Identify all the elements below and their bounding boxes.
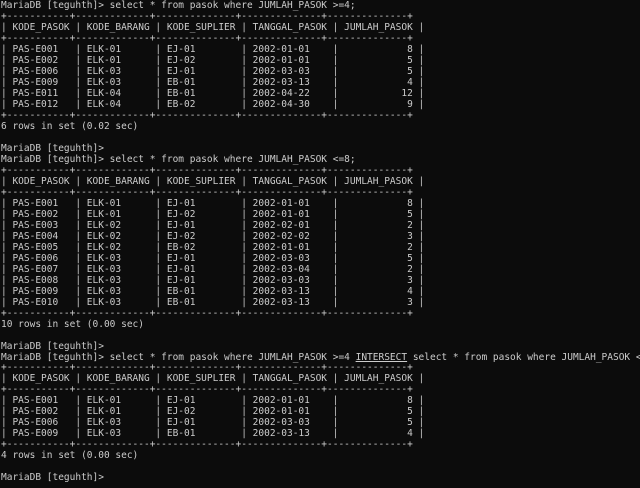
prompt-line: MariaDB [teguhth]> select * from pasok w… [1,351,640,363]
table-row: | PAS-E009 | ELK-03 | EB-01 | 2002-03-13… [1,285,425,297]
table-border-line: +-----------+-------------+-------------… [1,186,413,198]
table-row: | PAS-E004 | ELK-02 | EJ-02 | 2002-02-02… [1,230,425,242]
table-row: | PAS-E001 | ELK-01 | EJ-01 | 2002-01-01… [1,395,425,407]
table-border-line: +-----------+-------------+-------------… [1,164,413,176]
table-border-line: +-----------+-------------+-------------… [1,109,413,121]
prompt-line: MariaDB [teguhth]> [1,142,104,154]
table-row: | PAS-E012 | ELK-04 | EB-02 | 2002-04-30… [1,98,425,110]
table-border-line: +-----------+-------------+-------------… [1,439,413,451]
table-row: | PAS-E010 | ELK-03 | EB-01 | 2002-03-13… [1,296,425,308]
table-border-line: +-----------+-------------+-------------… [1,10,413,22]
result-summary: 4 rows in set (0.00 sec) [1,450,139,462]
table-row: | PAS-E011 | ELK-04 | EB-01 | 2002-04-22… [1,87,425,99]
table-header-row: | KODE_PASOK | KODE_BARANG | KODE_SUPLIE… [1,373,425,385]
table-header-row: | KODE_PASOK | KODE_BARANG | KODE_SUPLIE… [1,175,425,187]
prompt-line: MariaDB [teguhth]> [1,472,104,484]
table-row: | PAS-E007 | ELK-03 | EJ-01 | 2002-03-04… [1,263,425,275]
table-row: | PAS-E008 | ELK-03 | EJ-01 | 2002-03-03… [1,274,425,286]
prompt-line: MariaDB [teguhth]> select * from pasok w… [1,153,356,165]
prompt-line: MariaDB [teguhth]> select * from pasok w… [1,0,356,11]
table-row: | PAS-E009 | ELK-03 | EB-01 | 2002-03-13… [1,76,425,88]
result-summary: 6 rows in set (0.02 sec) [1,120,139,132]
table-row: | PAS-E001 | ELK-01 | EJ-01 | 2002-01-01… [1,43,425,55]
table-row: | PAS-E002 | ELK-01 | EJ-02 | 2002-01-01… [1,208,425,220]
table-row: | PAS-E003 | ELK-02 | EJ-01 | 2002-02-01… [1,219,425,231]
table-border-line: +-----------+-------------+-------------… [1,384,413,396]
prompt-line: MariaDB [teguhth]> [1,340,104,352]
table-border-line: +-----------+-------------+-------------… [1,307,413,319]
table-row: | PAS-E002 | ELK-01 | EJ-02 | 2002-01-01… [1,406,425,418]
table-border-line: +-----------+-------------+-------------… [1,32,413,44]
table-row: | PAS-E009 | ELK-03 | EB-01 | 2002-03-13… [1,428,425,440]
result-summary: 10 rows in set (0.00 sec) [1,318,144,330]
table-row: | PAS-E005 | ELK-02 | EB-02 | 2002-01-01… [1,241,425,253]
table-row: | PAS-E006 | ELK-03 | EJ-01 | 2002-03-03… [1,65,425,77]
table-row: | PAS-E006 | ELK-03 | EJ-01 | 2002-03-03… [1,417,425,429]
table-header-row: | KODE_PASOK | KODE_BARANG | KODE_SUPLIE… [1,21,425,33]
table-row: | PAS-E006 | ELK-03 | EJ-01 | 2002-03-03… [1,252,425,264]
intersect-keyword: INTERSECT [355,351,408,363]
terminal-window[interactable]: MariaDB [teguhth]> select * from pasok w… [0,0,640,488]
table-border-line: +-----------+-------------+-------------… [1,362,413,374]
terminal-output: MariaDB [teguhth]> select * from pasok w… [0,0,640,483]
table-row: | PAS-E001 | ELK-01 | EJ-01 | 2002-01-01… [1,197,425,209]
table-row: | PAS-E002 | ELK-01 | EJ-02 | 2002-01-01… [1,54,425,66]
